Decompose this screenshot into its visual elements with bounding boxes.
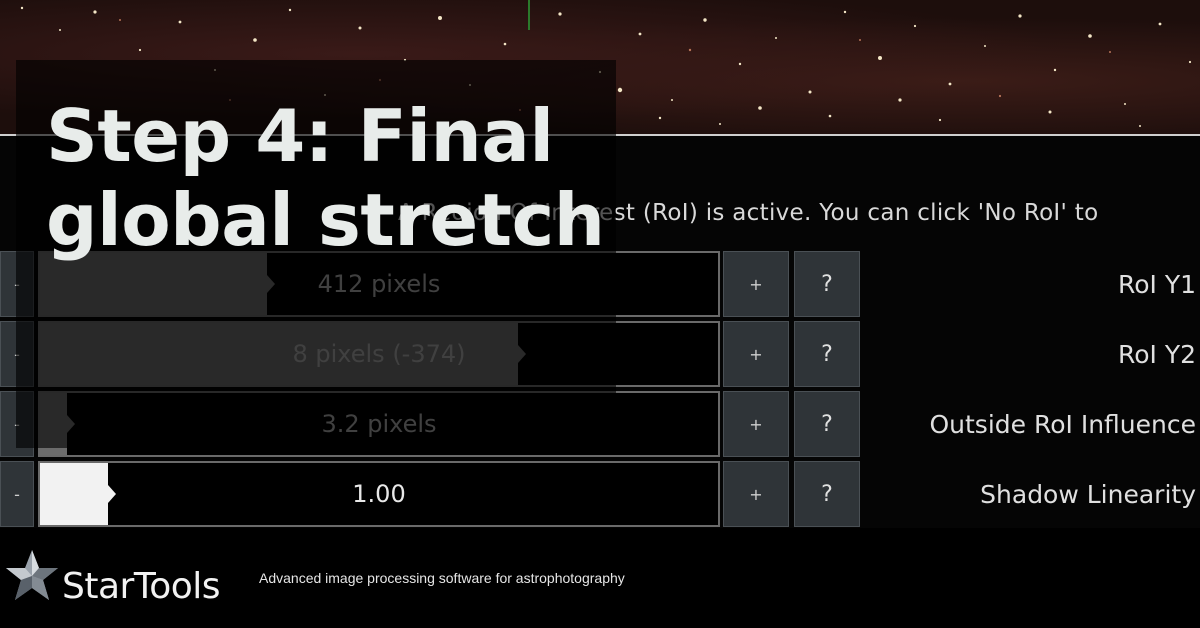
- increment-button[interactable]: +: [723, 321, 789, 387]
- param-label: RoI Y2: [1117, 339, 1196, 369]
- roi-marker-line: [528, 0, 530, 30]
- page-title: Step 4: Final global stretch: [46, 94, 605, 262]
- help-button[interactable]: ?: [794, 461, 860, 527]
- increment-button[interactable]: +: [723, 391, 789, 457]
- startools-logo-icon: [6, 550, 58, 600]
- value-slider[interactable]: 1.00: [38, 461, 720, 527]
- help-button[interactable]: ?: [794, 321, 860, 387]
- help-button[interactable]: ?: [794, 251, 860, 317]
- increment-button[interactable]: +: [723, 461, 789, 527]
- param-label: RoI Y1: [1117, 269, 1196, 299]
- param-row-shadow-linearity: - 1.00 + ? Shadow Linearity: [0, 461, 1200, 529]
- help-button[interactable]: ?: [794, 391, 860, 457]
- param-label: Outside RoI Influence: [929, 409, 1196, 439]
- increment-button[interactable]: +: [723, 251, 789, 317]
- tagline: Advanced image processing software for a…: [259, 570, 625, 586]
- logo-text: StarTools: [62, 566, 221, 607]
- decrement-button[interactable]: -: [0, 461, 34, 527]
- slider-value: 1.00: [352, 480, 406, 508]
- param-label: Shadow Linearity: [980, 479, 1196, 509]
